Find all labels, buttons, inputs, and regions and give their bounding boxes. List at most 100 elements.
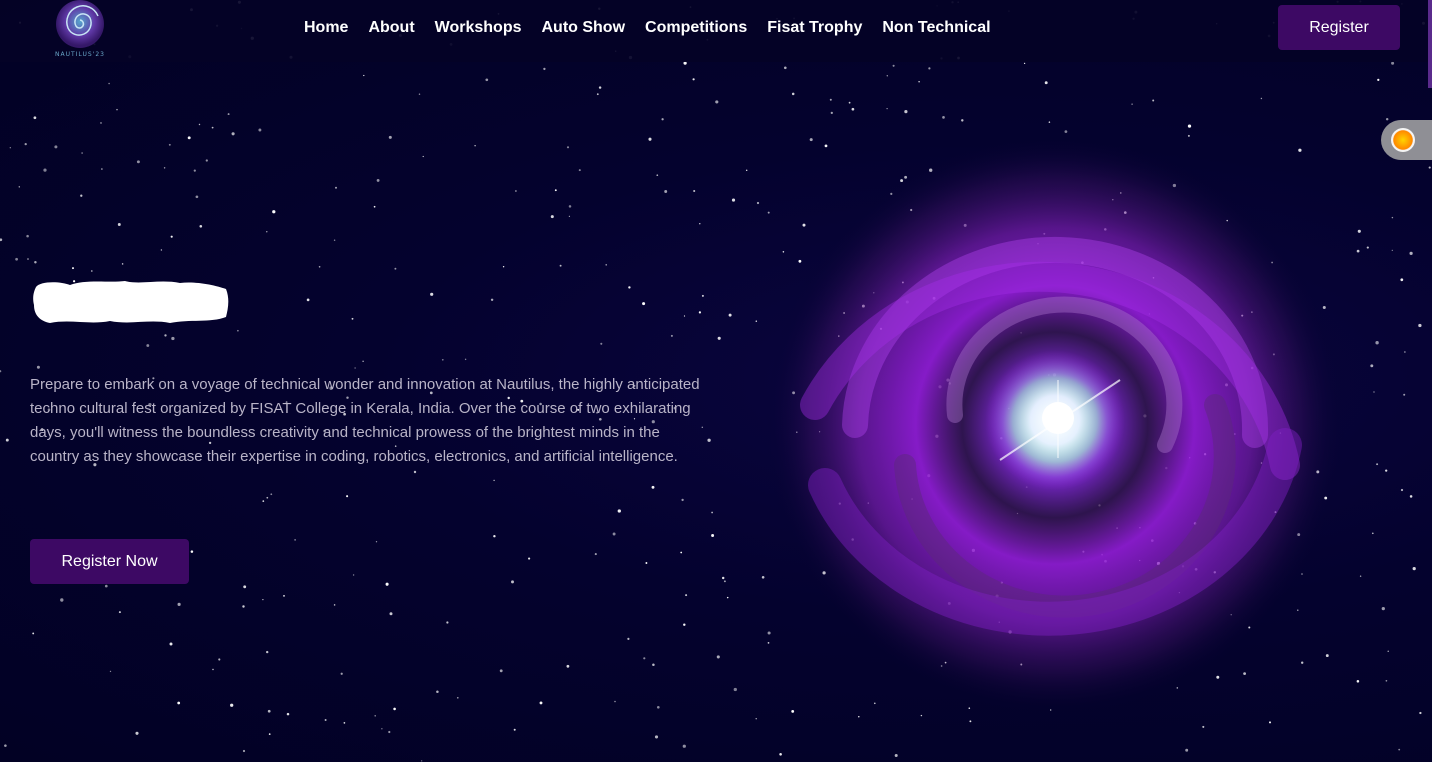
star <box>72 267 74 270</box>
star <box>598 86 602 89</box>
star <box>728 313 732 317</box>
star <box>1400 488 1404 492</box>
star <box>904 110 908 114</box>
star <box>894 753 898 758</box>
sun-icon <box>1391 128 1415 152</box>
star <box>116 108 118 111</box>
star <box>100 122 102 124</box>
star <box>670 334 673 337</box>
star <box>343 722 346 724</box>
star <box>1152 99 1155 102</box>
star <box>104 584 108 588</box>
star <box>485 78 489 82</box>
star <box>266 496 269 499</box>
star <box>627 637 630 641</box>
star <box>266 231 268 233</box>
star <box>1398 748 1401 751</box>
register-button[interactable]: Register <box>1278 5 1400 50</box>
star <box>346 495 349 498</box>
nav-workshops[interactable]: Workshops <box>425 14 532 42</box>
star <box>681 498 684 502</box>
star <box>1131 103 1133 105</box>
star <box>554 189 557 192</box>
star <box>333 604 336 606</box>
star <box>699 223 701 225</box>
star <box>351 317 354 320</box>
star <box>283 595 285 597</box>
star <box>118 611 121 614</box>
nav-fisat-trophy[interactable]: Fisat Trophy <box>757 14 872 42</box>
star <box>436 690 439 693</box>
star <box>707 438 711 442</box>
star <box>198 123 201 126</box>
star <box>169 642 173 646</box>
star <box>205 159 208 162</box>
star <box>566 146 570 149</box>
star <box>830 111 833 115</box>
star <box>652 663 655 666</box>
top-navbar: NAUTILUS'23 Home About Workshops Auto Sh… <box>0 0 1432 62</box>
star <box>1377 78 1380 82</box>
theme-toggle-button[interactable] <box>1381 120 1432 160</box>
star <box>15 257 18 261</box>
star <box>187 136 191 140</box>
star <box>643 657 646 660</box>
star <box>60 598 64 602</box>
star <box>212 668 214 671</box>
star <box>373 205 376 208</box>
star <box>628 286 631 289</box>
star <box>682 744 686 748</box>
star <box>683 623 686 626</box>
star <box>568 205 572 208</box>
star <box>1370 364 1374 368</box>
logo-text: NAUTILUS'23 <box>55 51 105 58</box>
star <box>614 700 616 703</box>
star <box>490 298 494 302</box>
star <box>693 189 696 193</box>
star <box>376 178 380 182</box>
nav-home[interactable]: Home <box>294 14 358 42</box>
star <box>231 132 235 136</box>
star <box>596 93 599 96</box>
star <box>1404 351 1406 353</box>
star <box>578 169 581 172</box>
star <box>24 142 27 146</box>
star <box>270 493 273 496</box>
star <box>656 174 659 177</box>
star <box>1260 97 1263 100</box>
star <box>1371 532 1374 535</box>
star <box>783 66 787 70</box>
star <box>886 107 888 110</box>
star <box>1359 575 1362 577</box>
star <box>886 75 888 77</box>
star <box>164 334 167 337</box>
star <box>101 168 103 170</box>
star <box>193 169 196 172</box>
star <box>363 74 365 77</box>
star <box>242 605 245 608</box>
star <box>1048 121 1051 123</box>
star <box>515 190 517 192</box>
star <box>389 612 393 616</box>
star <box>352 574 355 576</box>
hero-title-obscured: Nautilus <box>33 281 229 323</box>
star <box>262 500 265 502</box>
star <box>1387 650 1389 652</box>
star <box>306 298 310 302</box>
star <box>394 267 397 270</box>
star <box>388 135 392 139</box>
star <box>656 705 660 709</box>
star <box>791 92 795 96</box>
nav-competitions[interactable]: Competitions <box>635 14 757 42</box>
star <box>1391 61 1395 65</box>
nav-auto-show[interactable]: Auto Show <box>531 14 635 42</box>
star <box>109 670 112 673</box>
star <box>829 98 832 101</box>
star <box>698 311 702 314</box>
nav-non-technical[interactable]: Non Technical <box>872 14 1000 42</box>
register-now-button[interactable]: Register Now <box>30 539 189 584</box>
star <box>1044 81 1048 85</box>
star <box>605 264 607 266</box>
nav-about[interactable]: About <box>358 14 424 42</box>
star <box>242 749 246 753</box>
